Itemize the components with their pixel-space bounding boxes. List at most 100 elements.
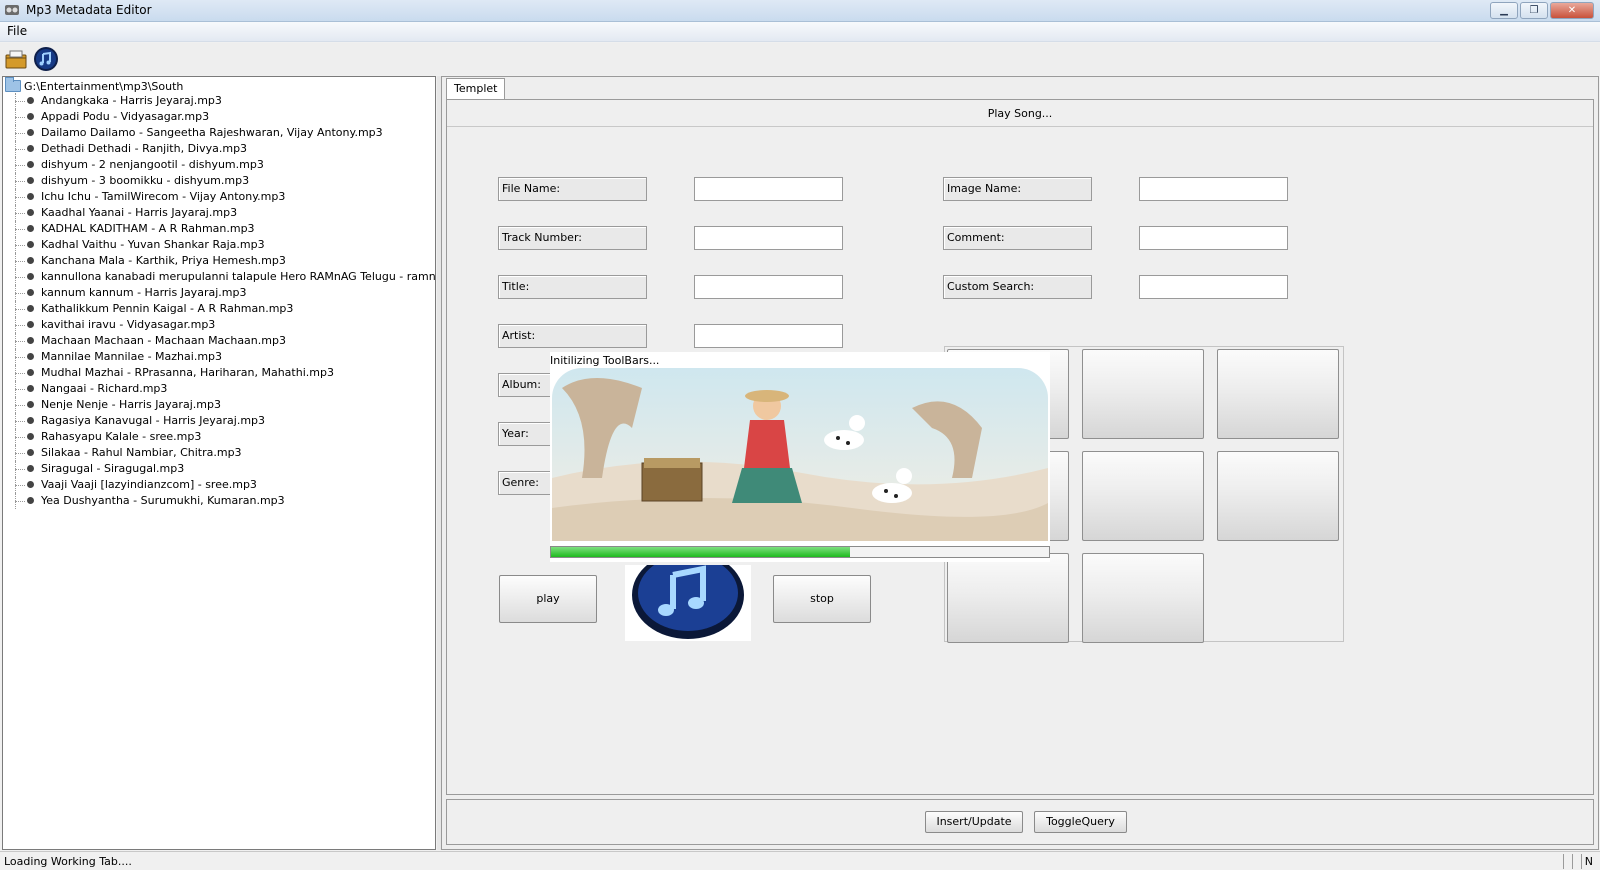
insert-update-button[interactable]: Insert/Update — [925, 811, 1023, 833]
action-bar: Insert/Update ToggleQuery — [446, 799, 1594, 845]
title-label: Title: — [498, 275, 647, 299]
tree-item[interactable]: Vaaji Vaaji [lazyindianzcom] - sree.mp3 — [3, 477, 435, 493]
bullet-icon — [27, 337, 34, 344]
tree-item-label: Dailamo Dailamo - Sangeetha Rajeshwaran,… — [41, 126, 383, 139]
tree-item[interactable]: Dethadi Dethadi - Ranjith, Divya.mp3 — [3, 141, 435, 157]
tree-item-label: Mudhal Mazhai - RPrasanna, Hariharan, Ma… — [41, 366, 334, 379]
tree-item[interactable]: Nenje Nenje - Harris Jayaraj.mp3 — [3, 397, 435, 413]
grid-cell[interactable] — [1217, 451, 1339, 541]
tree-item[interactable]: Kadhal Vaithu - Yuvan Shankar Raja.mp3 — [3, 237, 435, 253]
tree-item[interactable]: Andangkaka - Harris Jeyaraj.mp3 — [3, 93, 435, 109]
grid-cell[interactable] — [1217, 349, 1339, 439]
tree-item-label: Andangkaka - Harris Jeyaraj.mp3 — [41, 94, 222, 107]
window-title: Mp3 Metadata Editor — [26, 3, 152, 17]
bullet-icon — [27, 145, 34, 152]
status-bar: Loading Working Tab.... N — [0, 851, 1600, 870]
app-icon — [5, 5, 19, 15]
bullet-icon — [27, 161, 34, 168]
tree-item-label: kannum kannum - Harris Jayaraj.mp3 — [41, 286, 247, 299]
minimize-button[interactable]: ▁ — [1490, 2, 1518, 19]
maximize-button[interactable]: ❐ — [1520, 2, 1548, 19]
tree-item-label: Vaaji Vaaji [lazyindianzcom] - sree.mp3 — [41, 478, 257, 491]
tab-templet[interactable]: Templet — [446, 78, 506, 99]
track-number-label: Track Number: — [498, 226, 647, 250]
comment-label: Comment: — [943, 226, 1092, 250]
tree-item-label: Dethadi Dethadi - Ranjith, Divya.mp3 — [41, 142, 248, 155]
bullet-icon — [27, 497, 34, 504]
tree-item-label: Kadhal Vaithu - Yuvan Shankar Raja.mp3 — [41, 238, 265, 251]
tree-item[interactable]: Appadi Podu - Vidyasagar.mp3 — [3, 109, 435, 125]
tree-item-label: Yea Dushyantha - Surumukhi, Kumaran.mp3 — [41, 494, 285, 507]
tree-item[interactable]: Ragasiya Kanavugal - Harris Jeyaraj.mp3 — [3, 413, 435, 429]
title-field[interactable] — [694, 275, 843, 299]
bullet-icon — [27, 177, 34, 184]
tree-item[interactable]: Kaadhal Yaanai - Harris Jayaraj.mp3 — [3, 205, 435, 221]
toggle-query-button[interactable]: ToggleQuery — [1034, 811, 1127, 833]
tree-item[interactable]: Rahasyapu Kalale - sree.mp3 — [3, 429, 435, 445]
stop-button[interactable]: stop — [773, 575, 871, 623]
artist-field[interactable] — [694, 324, 843, 348]
bullet-icon — [27, 417, 34, 424]
tree-item[interactable]: Dailamo Dailamo - Sangeetha Rajeshwaran,… — [3, 125, 435, 141]
menu-file[interactable]: File — [5, 24, 29, 38]
tree-item[interactable]: Ichu Ichu - TamilWirecom - Vijay Antony.… — [3, 189, 435, 205]
tree-item[interactable]: Kanchana Mala - Karthik, Priya Hemesh.mp… — [3, 253, 435, 269]
tree-item-label: KADHAL KADITHAM - A R Rahman.mp3 — [41, 222, 255, 235]
tree-item[interactable]: dishyum - 3 boomikku - dishyum.mp3 — [3, 173, 435, 189]
tree-item[interactable]: Mudhal Mazhai - RPrasanna, Hariharan, Ma… — [3, 365, 435, 381]
tree-item[interactable]: Nangaai - Richard.mp3 — [3, 381, 435, 397]
custom-search-label: Custom Search: — [943, 275, 1092, 299]
track-number-field[interactable] — [694, 226, 843, 250]
grid-cell[interactable] — [1082, 553, 1204, 643]
bullet-icon — [27, 465, 34, 472]
tree-item[interactable]: kavithai iravu - Vidyasagar.mp3 — [3, 317, 435, 333]
custom-search-field[interactable] — [1139, 275, 1288, 299]
splash-progress-bar — [550, 546, 1050, 558]
bullet-icon — [27, 401, 34, 408]
bullet-icon — [27, 385, 34, 392]
bullet-icon — [27, 481, 34, 488]
tree-item[interactable]: KADHAL KADITHAM - A R Rahman.mp3 — [3, 221, 435, 237]
play-button[interactable]: play — [499, 575, 597, 623]
tree-item[interactable]: kannullona kanabadi merupulanni talapule… — [3, 269, 435, 285]
toolbar — [0, 43, 1600, 75]
file-tree[interactable]: G:\Entertainment\mp3\South Andangkaka - … — [2, 76, 436, 850]
bullet-icon — [27, 209, 34, 216]
bullet-icon — [27, 353, 34, 360]
tree-item-label: kavithai iravu - Vidyasagar.mp3 — [41, 318, 216, 331]
tree-item[interactable]: Silakaa - Rahul Nambiar, Chitra.mp3 — [3, 445, 435, 461]
tree-item-label: kannullona kanabadi merupulanni talapule… — [41, 270, 436, 283]
tree-item[interactable]: Mannilae Mannilae - Mazhai.mp3 — [3, 349, 435, 365]
tree-item[interactable]: kannum kannum - Harris Jayaraj.mp3 — [3, 285, 435, 301]
tree-item-label: Kathalikkum Pennin Kaigal - A R Rahman.m… — [41, 302, 294, 315]
close-button[interactable]: ✕ — [1550, 2, 1594, 19]
file-name-field[interactable] — [694, 177, 843, 201]
tree-item-label: Ragasiya Kanavugal - Harris Jeyaraj.mp3 — [41, 414, 266, 427]
tree-item-label: Rahasyapu Kalale - sree.mp3 — [41, 430, 202, 443]
image-name-field[interactable] — [1139, 177, 1288, 201]
music-note-icon[interactable] — [33, 46, 59, 72]
tree-item[interactable]: Kathalikkum Pennin Kaigal - A R Rahman.m… — [3, 301, 435, 317]
tree-list: Andangkaka - Harris Jeyaraj.mp3 Appadi P… — [3, 93, 435, 509]
grid-cell[interactable] — [947, 553, 1069, 643]
grid-cell[interactable] — [1082, 349, 1204, 439]
tree-item[interactable]: Siragugal - Siragugal.mp3 — [3, 461, 435, 477]
bullet-icon — [27, 449, 34, 456]
bullet-icon — [27, 273, 34, 280]
tree-item-label: Silakaa - Rahul Nambiar, Chitra.mp3 — [41, 446, 242, 459]
tree-item-label: Kaadhal Yaanai - Harris Jayaraj.mp3 — [41, 206, 238, 219]
open-folder-icon[interactable] — [3, 46, 29, 72]
status-text: Loading Working Tab.... — [4, 855, 132, 868]
bullet-icon — [27, 113, 34, 120]
image-name-label: Image Name: — [943, 177, 1092, 201]
tree-item[interactable]: Machaan Machaan - Machaan Machaan.mp3 — [3, 333, 435, 349]
grid-cell[interactable] — [1082, 451, 1204, 541]
bullet-icon — [27, 241, 34, 248]
divider — [447, 126, 1593, 127]
comment-field[interactable] — [1139, 226, 1288, 250]
tree-root[interactable]: G:\Entertainment\mp3\South — [5, 77, 183, 94]
tree-item[interactable]: Yea Dushyantha - Surumukhi, Kumaran.mp3 — [3, 493, 435, 509]
music-note-icon — [632, 551, 744, 639]
tree-item[interactable]: dishyum - 2 nenjangootil - dishyum.mp3 — [3, 157, 435, 173]
bullet-icon — [27, 225, 34, 232]
